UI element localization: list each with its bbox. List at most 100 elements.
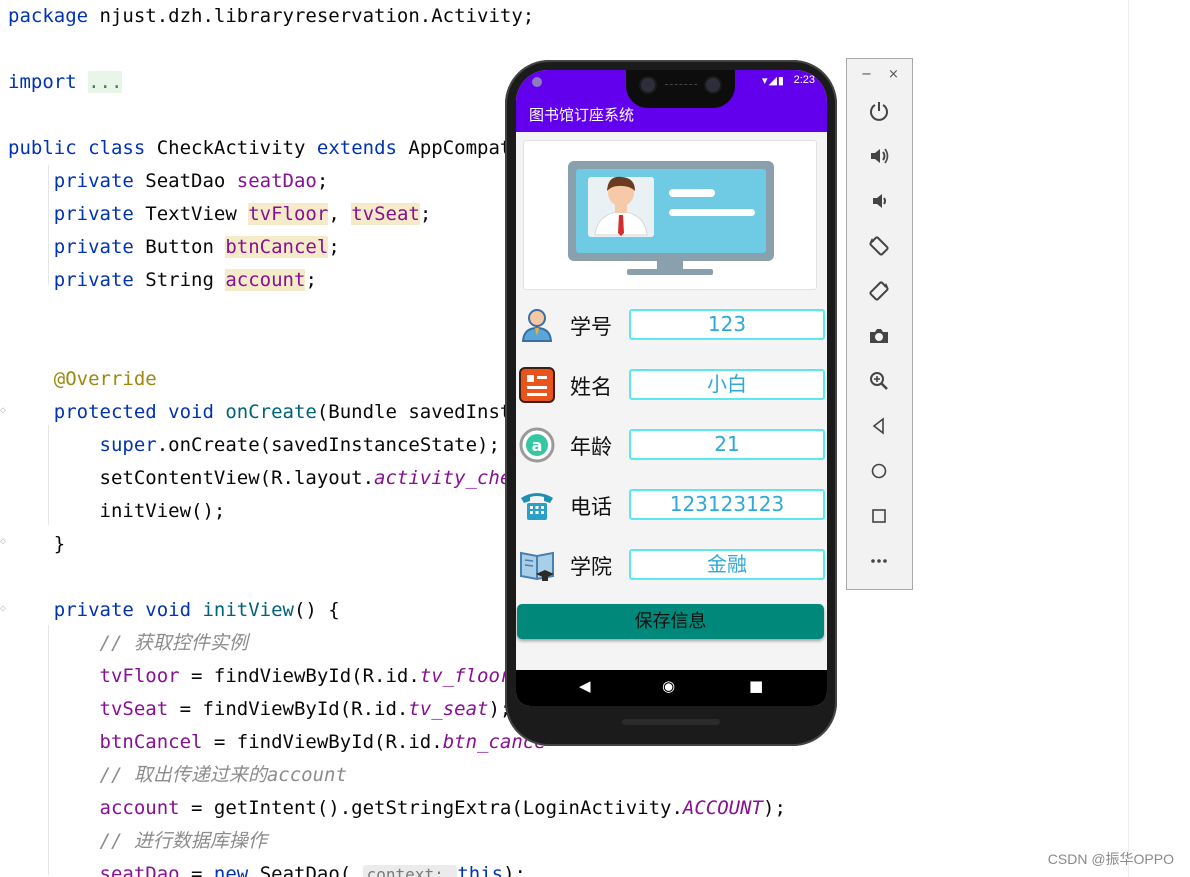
- code-line[interactable]: @Override: [8, 363, 157, 396]
- code-token: private: [8, 269, 146, 291]
- name-field[interactable]: 小白: [629, 369, 825, 400]
- code-token: tv_seat: [408, 698, 489, 720]
- camera-icon[interactable]: [864, 321, 894, 351]
- code-token: String: [145, 269, 226, 291]
- info-row-name: 姓名 小白: [516, 363, 827, 407]
- code-line[interactable]: super.onCreate(savedInstanceState);: [8, 429, 500, 462]
- code-line[interactable]: import ...: [8, 66, 123, 99]
- code-line[interactable]: tvSeat = findViewById(R.id.tv_seat);: [8, 693, 512, 726]
- code-line[interactable]: tvFloor = findViewById(R.id.tv_floor: [8, 660, 512, 693]
- power-icon[interactable]: [864, 96, 894, 126]
- front-camera-icon: [641, 78, 655, 92]
- code-token: this: [457, 863, 504, 877]
- code-line[interactable]: public class CheckActivity extends AppCo…: [8, 132, 523, 165]
- code-token: ;: [419, 203, 432, 225]
- minimize-button[interactable]: −: [861, 67, 872, 82]
- volume-down-icon[interactable]: [864, 186, 894, 216]
- code-token: // 取出传递过来的account: [8, 764, 347, 786]
- student-id-field[interactable]: 123: [629, 309, 825, 340]
- editor-right-gutter: [1128, 0, 1190, 877]
- code-token: onCreate: [225, 401, 317, 423]
- code-token: ;: [316, 170, 329, 192]
- code-token: = findViewById(R.id.: [168, 698, 409, 720]
- rotate-left-icon[interactable]: [864, 231, 894, 261]
- row-label: 学号: [570, 315, 612, 339]
- home-nav-button[interactable]: ◉: [662, 677, 675, 695]
- more-icon[interactable]: [864, 546, 894, 576]
- home-icon[interactable]: [864, 456, 894, 486]
- code-line[interactable]: private Button btnCancel;: [8, 231, 340, 264]
- code-token: tvSeat: [351, 203, 420, 225]
- code-token: }: [8, 533, 66, 555]
- row-label: 学院: [570, 555, 612, 579]
- phone-field[interactable]: 123123123: [629, 489, 825, 520]
- code-token: ;: [328, 236, 340, 258]
- code-token: = getIntent().getStringExtra(LoginActivi…: [179, 797, 683, 819]
- age-field[interactable]: 21: [629, 429, 825, 460]
- phone-screen: ▾◢▮ 2:23 图书馆订座系统 学号 123 姓名 小白 a 年龄 21 电话…: [516, 70, 827, 706]
- front-camera-icon: [706, 78, 720, 92]
- code-token: ...: [88, 71, 123, 93]
- overview-icon[interactable]: [864, 501, 894, 531]
- code-line[interactable]: // 获取控件实例: [8, 627, 248, 660]
- code-token: tvFloor: [8, 665, 180, 687]
- android-nav-bar: ◀ ◉ ■: [516, 670, 827, 706]
- code-line[interactable]: // 进行数据库操作: [8, 825, 267, 858]
- code-token: super: [8, 434, 157, 456]
- fold-marker-icon[interactable]: ◇: [0, 537, 8, 547]
- code-line[interactable]: // 取出传递过来的account: [8, 759, 347, 792]
- code-token: import: [8, 71, 89, 93]
- info-row-student-id: 学号 123: [516, 303, 827, 347]
- save-info-button[interactable]: 保存信息: [517, 604, 824, 639]
- code-line[interactable]: seatDao = new SeatDao( context: this);: [8, 858, 526, 877]
- college-icon: [520, 551, 554, 581]
- college-field[interactable]: 金融: [629, 549, 825, 580]
- code-token: // 进行数据库操作: [8, 830, 267, 852]
- code-line[interactable]: private void initView() {: [8, 594, 340, 627]
- code-token: = findViewById(R.id.: [179, 665, 420, 687]
- app-title: 图书馆订座系统: [529, 106, 635, 124]
- code-token: btnCancel: [8, 731, 203, 753]
- code-line[interactable]: private SeatDao seatDao;: [8, 165, 329, 198]
- recents-nav-button[interactable]: ■: [749, 677, 763, 695]
- back-nav-button[interactable]: ◀: [579, 677, 591, 695]
- signal-battery-icon: ▾◢▮: [761, 74, 785, 87]
- emulator-phone: ▾◢▮ 2:23 图书馆订座系统 学号 123 姓名 小白 a 年龄 21 电话…: [505, 60, 837, 746]
- code-token: tvFloor: [248, 203, 329, 225]
- code-token: account: [225, 269, 306, 291]
- volume-up-icon[interactable]: [864, 141, 894, 171]
- code-token: account: [8, 797, 180, 819]
- fold-marker-icon[interactable]: ◇: [0, 406, 8, 416]
- code-token: seatDao: [8, 863, 180, 877]
- zoom-icon[interactable]: [864, 366, 894, 396]
- code-token: initView();: [8, 500, 226, 522]
- code-token: public class: [8, 137, 157, 159]
- code-line[interactable]: }: [8, 528, 65, 561]
- code-line[interactable]: account = getIntent().getStringExtra(Log…: [8, 792, 786, 825]
- code-token: = findViewById(R.id.: [202, 731, 443, 753]
- back-icon[interactable]: [864, 411, 894, 441]
- svg-text:a: a: [532, 436, 543, 455]
- fold-marker-icon[interactable]: ◇: [0, 604, 8, 614]
- code-token: njust.dzh.libraryreservation.Activity;: [99, 5, 535, 27]
- close-button[interactable]: ×: [888, 67, 899, 82]
- code-line[interactable]: initView();: [8, 495, 226, 528]
- code-token: Button: [145, 236, 226, 258]
- code-line[interactable]: package njust.dzh.libraryreservation.Act…: [8, 0, 534, 33]
- rotate-right-icon[interactable]: [864, 276, 894, 306]
- monitor-profile-icon: [568, 161, 774, 275]
- code-token: SeatDao(: [259, 863, 363, 877]
- code-line[interactable]: private TextView tvFloor, tvSeat;: [8, 198, 431, 231]
- code-token: package: [8, 5, 100, 27]
- code-token: (Bundle savedInsta: [316, 401, 523, 423]
- code-line[interactable]: setContentView(R.layout.activity_chec: [8, 462, 523, 495]
- code-line[interactable]: private String account;: [8, 264, 317, 297]
- code-line[interactable]: protected void onCreate(Bundle savedInst…: [8, 396, 523, 429]
- watermark: CSDN @振华OPPO: [1047, 851, 1174, 867]
- info-row-phone: 电话 123123123: [516, 483, 827, 527]
- code-token: CheckActivity: [156, 137, 317, 159]
- code-token: initView: [202, 599, 294, 621]
- code-token: tv_floor: [419, 665, 512, 687]
- code-line[interactable]: btnCancel = findViewById(R.id.btn_cance: [8, 726, 546, 759]
- id-card-icon: [519, 367, 555, 403]
